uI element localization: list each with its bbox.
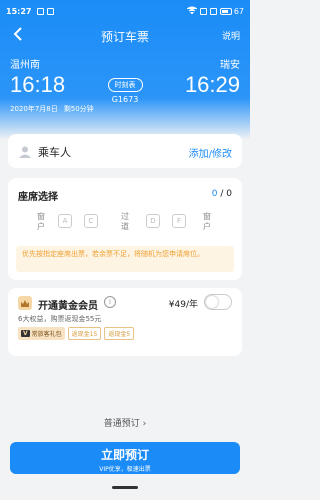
book-now-button[interactable]: 立即预订 VIP优享，极速出票 (10, 442, 240, 474)
remaining-time: 剩50分钟 (63, 105, 94, 113)
train-middle: 时刻表 G1673 (95, 72, 155, 104)
passenger-label: 乘车人 (38, 146, 71, 159)
departure-time: 16:18 (10, 72, 66, 97)
arrival-station: 瑞安 (220, 60, 240, 71)
seat-selection-card: 座席选择 0 / 0 窗户 A C 过道 D F 窗户 优先按指定座席出票，若余… (8, 178, 242, 280)
seat-c[interactable]: C (84, 214, 98, 228)
window-right-label: 窗户 (203, 212, 211, 231)
help-link[interactable]: 说明 (222, 29, 240, 42)
aisle-label: 过道 (121, 212, 129, 231)
vip-card: 开通黄金会员 i ¥49/年 6大权益，购票返现金55元 V 常旅客礼包 返现金1… (8, 288, 242, 356)
signal-icon (209, 7, 217, 15)
user-icon (18, 144, 32, 158)
frequent-traveler-badge: V 常旅客礼包 (18, 327, 65, 340)
passenger-card[interactable]: 乘车人 添加/修改 (8, 134, 242, 168)
book-now-sublabel: VIP优享，极速出票 (99, 466, 151, 473)
seat-count-separator: / (217, 189, 227, 199)
seat-count: 0 / 0 (212, 189, 232, 199)
page-title: 预订车票 (100, 30, 149, 44)
wifi-icon (186, 6, 198, 16)
status-bar: 15:27 67 (6, 4, 244, 18)
badge-main-label: 常旅客礼包 (31, 331, 62, 338)
crown-icon (18, 296, 32, 310)
vip-price: ¥49/年 (168, 300, 198, 310)
vip-badges: V 常旅客礼包 返现金15 返现金5 (18, 327, 135, 340)
home-indicator (112, 486, 138, 489)
app-notification-icon (47, 7, 55, 15)
system-icons: 67 (186, 6, 244, 16)
arrival-time: 16:29 (184, 72, 240, 97)
train-number: G1673 (111, 95, 139, 104)
battery-icon: 67 (219, 6, 244, 16)
seat-notice: 优先按指定座席出票，若余票不足，将随机为您申请席位。 (16, 246, 234, 272)
book-now-label: 立即预订 (100, 448, 149, 462)
cashback-badge-5: 返现金5 (104, 327, 135, 340)
add-edit-passenger-button[interactable]: 添加/修改 (189, 145, 232, 160)
info-icon[interactable]: i (104, 296, 116, 308)
status-time: 15:27 (6, 6, 32, 16)
app-notification-icon (37, 7, 45, 15)
vip-toggle[interactable] (204, 294, 232, 310)
vip-title: 开通黄金会员 (38, 301, 98, 312)
battery-level: 67 (233, 6, 244, 16)
seat-map: 窗户 A C 过道 D F 窗户 (36, 210, 214, 240)
travel-date: 2020年7月8日 (10, 105, 58, 113)
toggle-knob (206, 296, 218, 308)
seat-title: 座席选择 (18, 192, 58, 203)
vip-v-icon: V (21, 330, 30, 337)
departure-station: 温州南 (10, 60, 40, 71)
seat-d[interactable]: D (146, 214, 160, 228)
window-left-label: 窗户 (37, 212, 45, 231)
train-info: 温州南 瑞安 16:18 16:29 时刻表 G1673 2020年7月8日 剩5… (10, 56, 240, 126)
date-line: 2020年7月8日 剩50分钟 (10, 104, 94, 114)
notification-icons (37, 7, 55, 15)
seat-f[interactable]: F (172, 214, 186, 228)
seat-total-count: 0 (226, 189, 232, 199)
seat-a[interactable]: A (58, 214, 72, 228)
vip-description: 6大权益，购票返现金55元 (18, 315, 102, 323)
nav-bar: 预订车票 说明 (0, 24, 250, 46)
signal-icon (199, 7, 207, 15)
cashback-badge-15: 返现金15 (67, 327, 102, 340)
normal-booking-link[interactable]: 普通预订 › (0, 416, 250, 429)
timetable-button[interactable]: 时刻表 (107, 78, 143, 92)
